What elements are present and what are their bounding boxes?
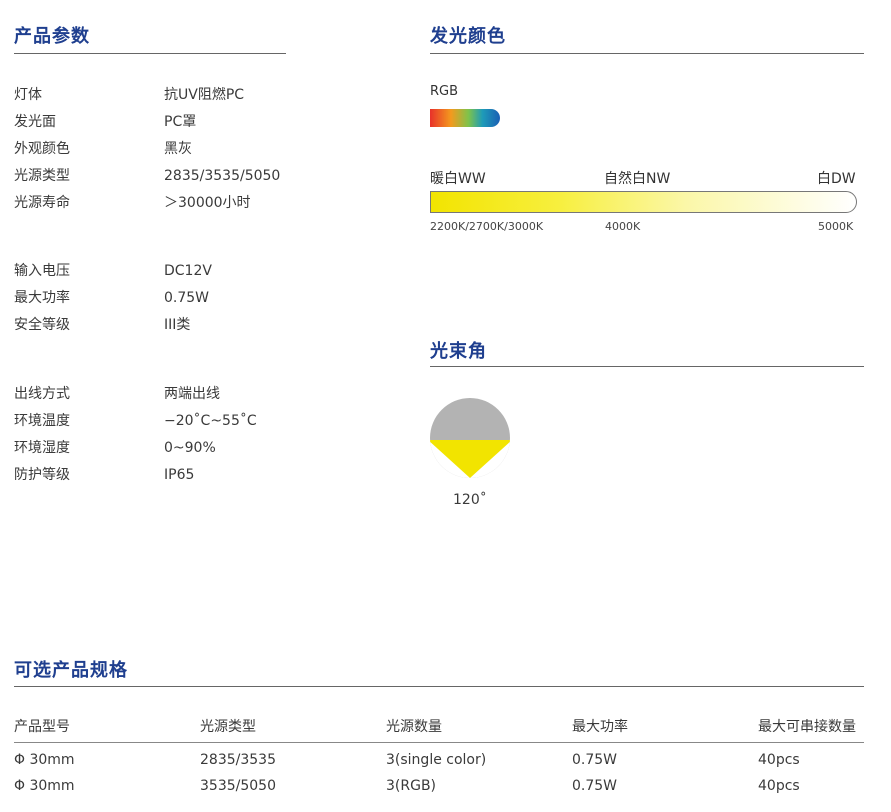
row2-source-type: 3535/5050 (200, 778, 276, 794)
spec-label: 环境温度 (14, 413, 70, 429)
row2-max-chain: 40pcs (758, 778, 800, 794)
row1-max-power: 0.75W (572, 752, 618, 768)
spec-label: 环境湿度 (14, 440, 70, 456)
row1-max-chain: 40pcs (758, 752, 800, 768)
spec-label: 光源寿命 (14, 195, 70, 211)
nw-label: 自然白NW (604, 171, 671, 187)
spec-value: PC罩 (164, 114, 197, 130)
options-title: 可选产品规格 (14, 660, 128, 681)
header-max-power: 最大功率 (572, 719, 628, 735)
spec-label: 灯体 (14, 87, 42, 103)
params-rule (14, 53, 286, 54)
nw-kelvin: 4000K (605, 220, 641, 233)
options-rule (14, 686, 864, 687)
row1-model: Φ 30mm (14, 752, 75, 768)
params-title: 产品参数 (14, 26, 90, 47)
spec-value: 0.75W (164, 290, 210, 306)
ww-kelvin: 2200K/2700K/3000K (430, 220, 544, 233)
spec-value: ＞30000小时 (164, 195, 251, 211)
beam-title: 光束角 (430, 341, 487, 362)
rgb-color-bar (430, 109, 500, 127)
dw-kelvin: 5000K (818, 220, 854, 233)
row1-source-count: 3(single color) (386, 752, 487, 768)
beam-angle-label: 120˚ (453, 492, 487, 508)
spec-value: 2835/3535/5050 (164, 168, 281, 184)
header-max-chain: 最大可串接数量 (758, 719, 856, 735)
spec-value: 0~90% (164, 440, 216, 456)
ww-label: 暖白WW (430, 171, 486, 187)
header-source-type: 光源类型 (200, 719, 256, 735)
rgb-label: RGB (430, 84, 459, 99)
color-temperature-bar (430, 191, 857, 213)
row2-max-power: 0.75W (572, 778, 618, 794)
dw-label: 白DW (817, 171, 856, 187)
spec-value: III类 (164, 317, 191, 333)
spec-value: 两端出线 (164, 386, 220, 402)
beam-angle-diagram (430, 398, 510, 478)
color-rule (430, 53, 864, 54)
spec-label: 出线方式 (14, 386, 70, 402)
spec-label: 最大功率 (14, 290, 70, 306)
spec-value: IP65 (164, 467, 195, 483)
beam-rule (430, 366, 864, 367)
row1-source-type: 2835/3535 (200, 752, 276, 768)
spec-label: 光源类型 (14, 168, 70, 184)
color-title: 发光颜色 (430, 26, 506, 47)
spec-value: 黑灰 (164, 141, 192, 157)
header-model: 产品型号 (14, 719, 70, 735)
header-source-count: 光源数量 (386, 719, 442, 735)
spec-label: 防护等级 (14, 467, 70, 483)
spec-label: 安全等级 (14, 317, 70, 333)
spec-value: DC12V (164, 263, 212, 279)
spec-label: 发光面 (14, 114, 56, 130)
table-header-rule (14, 742, 864, 743)
row2-source-count: 3(RGB) (386, 778, 437, 794)
row2-model: Φ 30mm (14, 778, 75, 794)
spec-value: 抗UV阻燃PC (164, 87, 245, 103)
spec-label: 外观颜色 (14, 141, 70, 157)
spec-value: −20˚C~55˚C (164, 413, 257, 429)
spec-label: 输入电压 (14, 263, 70, 279)
